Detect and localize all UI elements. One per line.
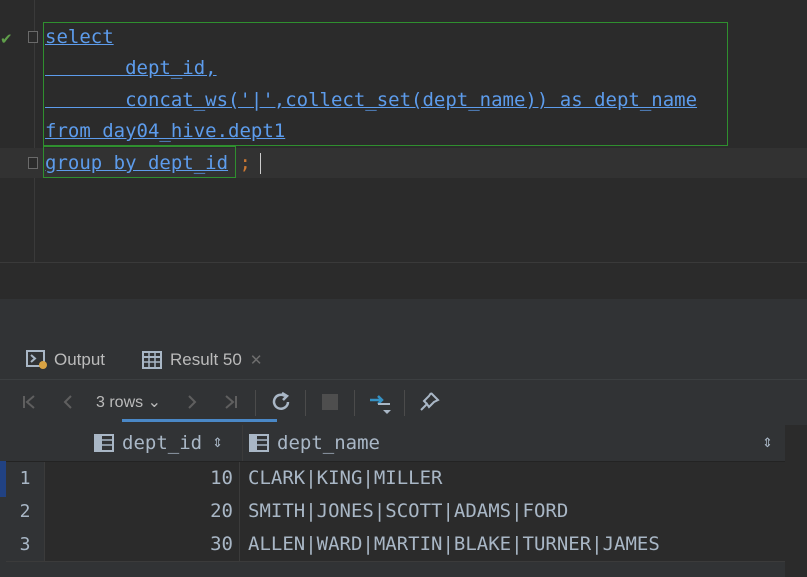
cell-dept-name[interactable]: SMITH|JONES|SCOTT|ADAMS|FORD	[248, 495, 568, 528]
cell-dept-name[interactable]: CLARK|KING|MILLER	[248, 462, 442, 495]
vertical-scrollbar-track[interactable]	[785, 425, 807, 577]
cell-dept-id[interactable]: 10	[44, 462, 240, 495]
result-toolbar: 3 rows ⌄	[0, 379, 807, 426]
statement-highlight-box	[43, 22, 728, 146]
console-icon	[26, 350, 47, 369]
column-divider	[242, 425, 243, 461]
statement-highlight-box-tail	[43, 146, 236, 178]
column-icon	[94, 434, 114, 452]
fold-start-icon[interactable]	[28, 31, 38, 43]
pin-icon[interactable]	[416, 388, 442, 416]
stop-icon[interactable]	[318, 388, 342, 416]
result-tabs: Output Result 50 ✕	[0, 341, 807, 422]
refresh-icon[interactable]	[268, 388, 294, 416]
last-page-icon[interactable]	[218, 388, 242, 416]
sql-editor[interactable]: ✔ select dept_id, concat_ws('|',collect_…	[0, 0, 807, 262]
sort-icon[interactable]: ⇕	[762, 435, 773, 451]
table-icon	[142, 351, 162, 369]
table-row[interactable]: 2 20 SMITH|JONES|SCOTT|ADAMS|FORD	[6, 495, 785, 529]
tab-output-label: Output	[54, 350, 106, 369]
table-row[interactable]: 1 10 CLARK|KING|MILLER	[6, 462, 785, 496]
row-number: 1	[6, 462, 45, 495]
toolbar-separator	[305, 390, 306, 416]
row-number: 2	[6, 495, 45, 528]
tab-result[interactable]: Result 50 ✕	[142, 341, 262, 379]
fold-end-icon[interactable]	[28, 157, 38, 169]
column-header-dept-id[interactable]: dept_id ⇕	[94, 425, 223, 461]
cell-dept-name[interactable]: ALLEN|WARD|MARTIN|BLAKE|TURNER|JAMES	[248, 528, 660, 561]
tab-result-label: Result 50	[170, 350, 242, 369]
services-panel: Output Result 50 ✕ 3 rows ⌄ dept_id ⇕ de…	[0, 299, 807, 577]
selection-marker	[0, 461, 6, 497]
grid-header: dept_id ⇕ dept_name ⇕	[6, 425, 785, 462]
cell-dept-id[interactable]: 20	[44, 495, 240, 528]
column-icon	[249, 434, 269, 452]
tab-output[interactable]: Output	[26, 341, 105, 379]
column-header-label: dept_name	[277, 432, 380, 454]
sort-icon[interactable]: ⇕	[212, 435, 223, 451]
rows-count-dropdown[interactable]: 3 rows ⌄	[96, 388, 161, 416]
toolbar-separator	[404, 390, 405, 416]
panel-splitter[interactable]	[0, 262, 807, 300]
column-header-dept-name[interactable]: dept_name	[249, 425, 380, 461]
previous-page-icon[interactable]	[56, 388, 80, 416]
table-row[interactable]: 3 30 ALLEN|WARD|MARTIN|BLAKE|TURNER|JAME…	[6, 528, 785, 562]
close-icon[interactable]: ✕	[250, 351, 263, 369]
toolbar-separator	[354, 390, 355, 416]
row-number: 3	[6, 528, 45, 561]
next-page-icon[interactable]	[180, 388, 204, 416]
checkmark-icon: ✔	[0, 31, 13, 48]
toolbar-separator	[255, 390, 256, 416]
first-page-icon[interactable]	[18, 388, 42, 416]
text-caret	[260, 153, 261, 174]
column-header-label: dept_id	[122, 432, 203, 454]
compare-icon[interactable]	[366, 388, 394, 416]
cell-dept-id[interactable]: 30	[44, 528, 240, 561]
